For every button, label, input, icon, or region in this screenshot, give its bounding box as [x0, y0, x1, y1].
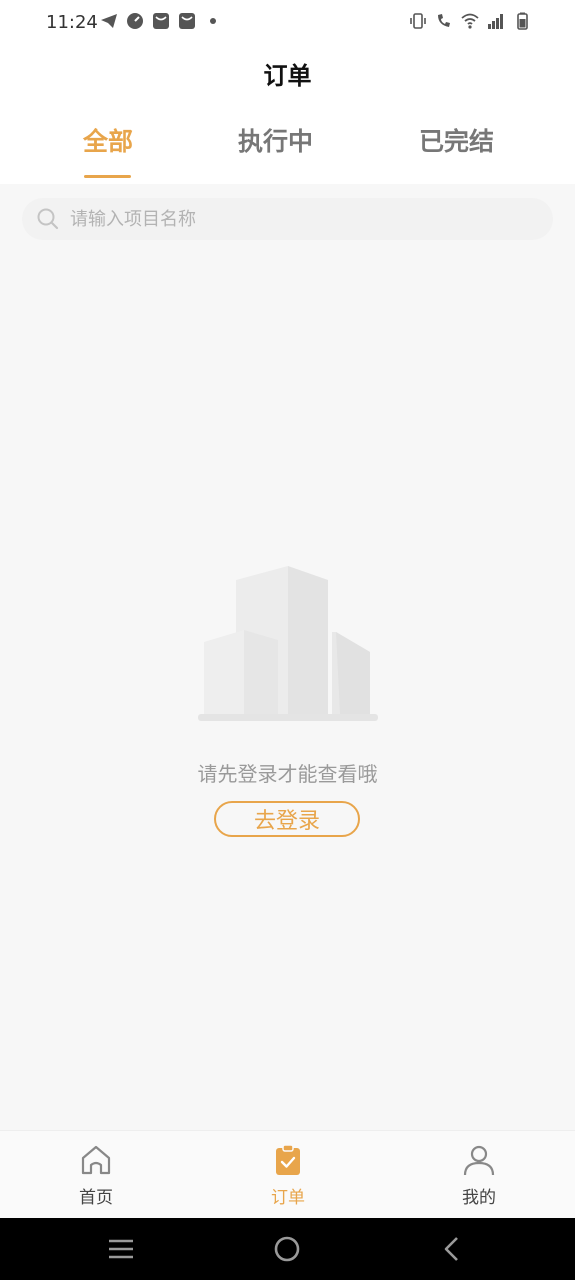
tab-completed[interactable]: 已完结	[419, 122, 494, 158]
status-bar: 11:24	[0, 0, 575, 46]
wifi-icon	[461, 12, 479, 30]
tab-active-indicator	[84, 175, 131, 178]
login-button[interactable]: 去登录	[214, 801, 360, 837]
clipboard-check-icon	[271, 1143, 305, 1177]
mail-icon	[152, 12, 170, 30]
tabbar-label-home: 首页	[79, 1188, 113, 1208]
search-icon	[36, 207, 60, 231]
speedometer-icon	[126, 12, 144, 30]
back-icon[interactable]	[437, 1234, 467, 1264]
home-circle-icon[interactable]	[272, 1234, 302, 1264]
page-title: 订单	[263, 62, 312, 90]
signal-icon	[487, 12, 505, 30]
home-icon	[79, 1143, 113, 1177]
tabbar-label-profile: 我的	[462, 1188, 496, 1208]
header: 订单 全部 执行中 已完结	[0, 46, 575, 184]
tabbar-item-profile[interactable]: 我的	[429, 1143, 529, 1208]
battery-icon	[513, 12, 531, 30]
buildings-illustration	[196, 562, 380, 726]
tab-in-progress[interactable]: 执行中	[238, 122, 313, 158]
search-bar	[22, 198, 553, 240]
wifi-calling-icon	[435, 12, 453, 30]
mail-icon	[178, 12, 196, 30]
tabbar-item-home[interactable]: 首页	[46, 1143, 146, 1208]
empty-state-message: 请先登录才能查看哦	[197, 762, 378, 786]
bottom-tabbar: 首页 订单 我的	[0, 1130, 575, 1219]
user-icon	[462, 1143, 496, 1177]
status-time: 11:24	[46, 12, 98, 33]
tabbar-label-orders: 订单	[271, 1188, 305, 1208]
vibrate-icon	[409, 12, 427, 30]
search-input[interactable]	[68, 207, 553, 231]
recent-apps-icon[interactable]	[106, 1234, 136, 1264]
system-nav-bar	[0, 1218, 575, 1280]
telegram-icon	[100, 12, 118, 30]
dot-icon	[204, 12, 222, 30]
tab-all[interactable]: 全部	[83, 122, 133, 158]
order-tabs: 全部 执行中 已完结	[0, 122, 575, 182]
tabbar-item-orders[interactable]: 订单	[238, 1143, 338, 1208]
